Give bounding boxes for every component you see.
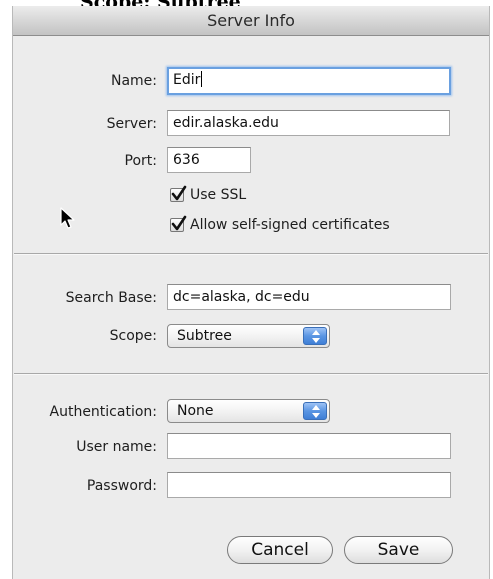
scope-popup[interactable]: Subtree — [167, 324, 330, 348]
authentication-label: Authentication: — [49, 404, 158, 420]
authentication-popup[interactable]: None — [167, 399, 330, 423]
port-field[interactable]: 636 — [167, 147, 251, 173]
user-name-field[interactable] — [167, 433, 451, 459]
checkmark-icon — [171, 185, 187, 201]
mouse-pointer-icon — [60, 207, 75, 229]
up-down-arrows-icon — [303, 327, 327, 345]
section-divider — [14, 373, 488, 375]
name-field[interactable]: Edir — [167, 67, 451, 95]
password-field[interactable] — [167, 472, 451, 498]
password-label: Password: — [86, 478, 157, 494]
server-info-dialog: Server Info Name: Edir Server: edir.alas… — [12, 6, 490, 579]
use-ssl-label: Use SSL — [190, 187, 247, 203]
search-base-field[interactable]: dc=alaska, dc=edu — [167, 284, 451, 310]
up-down-arrows-icon — [303, 402, 327, 420]
user-name-label: User name: — [76, 439, 157, 455]
checkmark-icon — [171, 215, 187, 231]
authentication-popup-value: None — [177, 403, 214, 419]
section-divider — [14, 253, 488, 255]
window-title: Server Info — [13, 6, 489, 36]
name-field-value: Edir — [173, 72, 201, 88]
screenshot-stage: Scope: Subtree Server Info Name: Edir Se… — [0, 0, 493, 579]
search-base-label: Search Base: — [65, 290, 157, 306]
scope-popup-value: Subtree — [177, 328, 232, 344]
port-label: Port: — [124, 153, 157, 169]
server-field[interactable]: edir.alaska.edu — [167, 110, 450, 136]
allow-self-signed-label: Allow self-signed certificates — [190, 217, 390, 233]
cancel-button[interactable]: Cancel — [227, 536, 333, 564]
name-label: Name: — [110, 73, 157, 89]
text-caret — [201, 71, 203, 87]
server-label: Server: — [106, 116, 157, 132]
scope-label: Scope: — [109, 328, 157, 344]
save-button[interactable]: Save — [344, 536, 453, 564]
allow-self-signed-checkbox[interactable] — [170, 215, 187, 232]
use-ssl-checkbox[interactable] — [170, 185, 187, 202]
